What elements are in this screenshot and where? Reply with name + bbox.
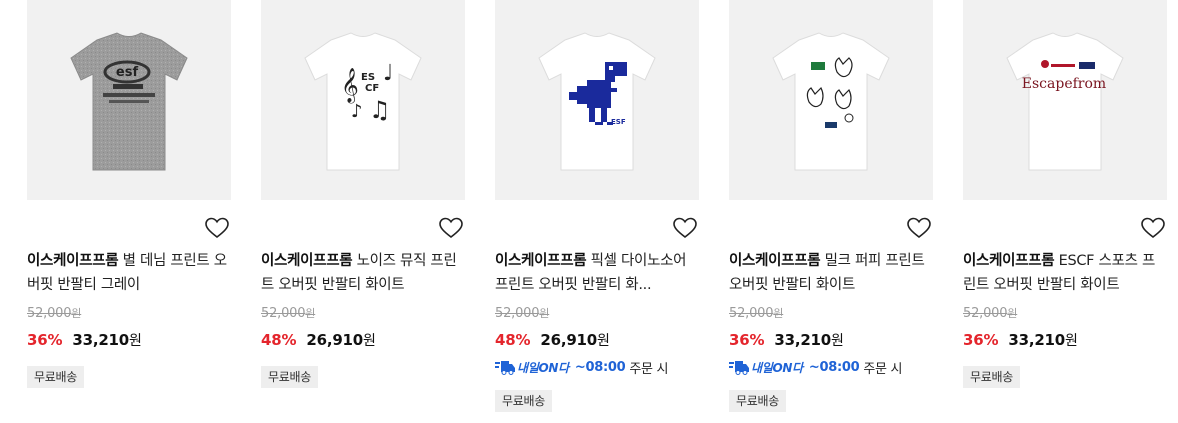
brand-name: 이스케이프프롬 xyxy=(963,253,1055,269)
sale-price-unit: 원 xyxy=(831,333,844,349)
delivery-time: ~08:00 xyxy=(574,359,626,375)
price-row: 36% 33,210원 xyxy=(27,330,142,350)
fast-delivery-truck-icon xyxy=(729,361,749,375)
sale-price: 33,210 xyxy=(774,331,832,349)
free-shipping-badge: 무료배송 xyxy=(729,390,786,412)
original-price-unit: 원 xyxy=(71,307,82,320)
product-title[interactable]: 이스케이프프롬 픽셀 다이노소어 프린트 오버핏 반팔티 화... xyxy=(495,249,699,297)
product-card[interactable]: 𝄞 ES CF ♩ ♪ ♫ 이스케이프프롬 노이즈 뮤직 프린트 오버핏 반팔티… xyxy=(261,0,465,423)
sale-price: 33,210 xyxy=(72,331,130,349)
delivery-name: 내일ON다 xyxy=(751,360,803,375)
free-shipping-badge: 무료배송 xyxy=(261,366,318,388)
sale-price-unit: 원 xyxy=(1065,333,1078,349)
svg-text:Escapefrom: Escapefrom xyxy=(1022,76,1106,92)
delivery-info: 내일ON다 ~08:00 주문 시 xyxy=(729,358,903,377)
original-price: 52,000원 xyxy=(495,305,549,321)
product-card[interactable]: esf 이스케이프프롬 별 데님 프린트 오버핏 반팔티 그레이 52,000원… xyxy=(27,0,231,423)
brand-name: 이스케이프프롬 xyxy=(495,253,587,269)
delivery-text: 주문 시 xyxy=(863,361,903,377)
product-title[interactable]: 이스케이프프롬 별 데님 프린트 오버핏 반팔티 그레이 xyxy=(27,249,231,297)
price-row: 36% 33,210원 xyxy=(729,330,844,350)
free-shipping-badge: 무료배송 xyxy=(27,366,84,388)
original-price-value: 52,000 xyxy=(963,306,1008,321)
svg-text:ES: ES xyxy=(361,72,375,83)
fast-delivery-truck-icon xyxy=(495,361,515,375)
product-title[interactable]: 이스케이프프롬 밀크 퍼피 프린트 오버핏 반팔티 화이트 xyxy=(729,249,933,297)
sale-price-unit: 원 xyxy=(597,333,610,349)
original-price-value: 52,000 xyxy=(261,306,306,321)
original-price: 52,000원 xyxy=(729,305,783,321)
svg-text:ESF: ESF xyxy=(611,118,626,126)
original-price-value: 52,000 xyxy=(27,306,72,321)
price-row: 48% 26,910원 xyxy=(495,330,610,350)
discount-rate: 48% xyxy=(495,331,531,349)
heart-outline-icon[interactable] xyxy=(1141,217,1165,239)
product-image[interactable]: esf xyxy=(27,0,231,200)
discount-rate: 36% xyxy=(963,331,999,349)
original-price-value: 52,000 xyxy=(495,306,540,321)
brand-name: 이스케이프프롬 xyxy=(27,253,119,269)
product-title[interactable]: 이스케이프프롬 노이즈 뮤직 프린트 오버핏 반팔티 화이트 xyxy=(261,249,465,297)
svg-text:♪: ♪ xyxy=(351,101,363,122)
product-card[interactable]: 이스케이프프롬 밀크 퍼피 프린트 오버핏 반팔티 화이트 52,000원 36… xyxy=(729,0,933,423)
svg-text:♩: ♩ xyxy=(383,61,393,86)
free-shipping-badge: 무료배송 xyxy=(495,390,552,412)
original-price-unit: 원 xyxy=(773,307,784,320)
original-price: 52,000원 xyxy=(963,305,1017,321)
svg-text:♫: ♫ xyxy=(369,96,391,124)
discount-rate: 36% xyxy=(729,331,765,349)
original-price: 52,000원 xyxy=(27,305,81,321)
product-card[interactable]: Escapefrom 이스케이프프롬 ESCF 스포츠 프린트 오버핏 반팔티 … xyxy=(963,0,1167,423)
delivery-time: ~08:00 xyxy=(808,359,860,375)
delivery-info: 내일ON다 ~08:00 주문 시 xyxy=(495,358,669,377)
svg-text:esf: esf xyxy=(116,65,139,80)
original-price-value: 52,000 xyxy=(729,306,774,321)
discount-rate: 36% xyxy=(27,331,63,349)
heart-outline-icon[interactable] xyxy=(673,217,697,239)
heart-outline-icon[interactable] xyxy=(439,217,463,239)
product-image[interactable] xyxy=(729,0,933,200)
original-price-unit: 원 xyxy=(305,307,316,320)
price-row: 36% 33,210원 xyxy=(963,330,1078,350)
original-price: 52,000원 xyxy=(261,305,315,321)
sale-price: 33,210 xyxy=(1008,331,1066,349)
product-image[interactable]: ESF xyxy=(495,0,699,200)
heart-outline-icon[interactable] xyxy=(205,217,229,239)
discount-rate: 48% xyxy=(261,331,297,349)
brand-name: 이스케이프프롬 xyxy=(729,253,821,269)
sale-price-unit: 원 xyxy=(129,333,142,349)
delivery-text: 주문 시 xyxy=(629,361,669,377)
svg-text:CF: CF xyxy=(365,83,379,94)
product-image[interactable]: Escapefrom xyxy=(963,0,1167,200)
product-title[interactable]: 이스케이프프롬 ESCF 스포츠 프린트 오버핏 반팔티 화이트 xyxy=(963,249,1167,297)
brand-name: 이스케이프프롬 xyxy=(261,253,353,269)
free-shipping-badge: 무료배송 xyxy=(963,366,1020,388)
price-row: 48% 26,910원 xyxy=(261,330,376,350)
product-card[interactable]: ESF 이스케이프프롬 픽셀 다이노소어 프린트 오버핏 반팔티 화... 52… xyxy=(495,0,699,423)
product-image[interactable]: 𝄞 ES CF ♩ ♪ ♫ xyxy=(261,0,465,200)
sale-price-unit: 원 xyxy=(363,333,376,349)
delivery-name: 내일ON다 xyxy=(517,360,569,375)
heart-outline-icon[interactable] xyxy=(907,217,931,239)
svg-text:𝄞: 𝄞 xyxy=(341,68,359,104)
sale-price: 26,910 xyxy=(306,331,364,349)
original-price-unit: 원 xyxy=(539,307,550,320)
sale-price: 26,910 xyxy=(540,331,598,349)
original-price-unit: 원 xyxy=(1007,307,1018,320)
